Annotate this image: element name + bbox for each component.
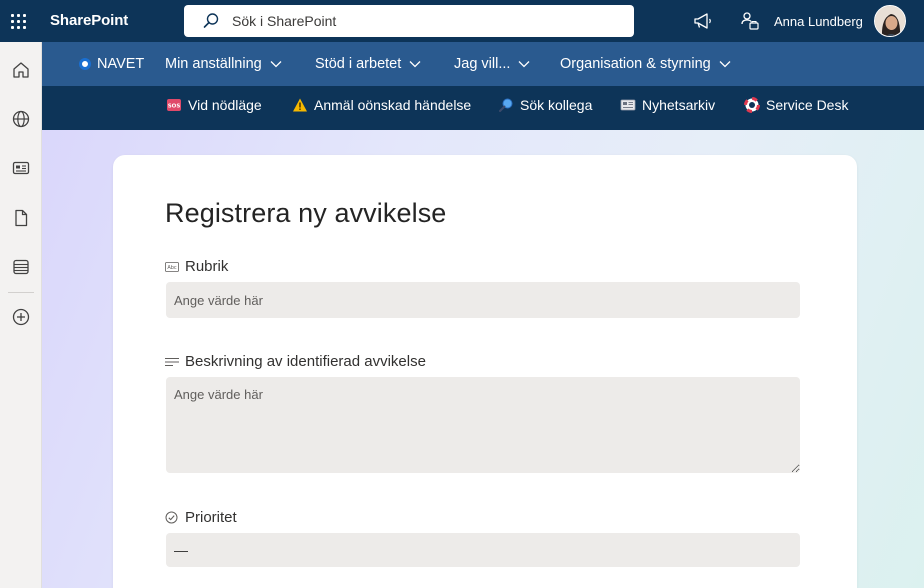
rail-divider [8, 292, 34, 293]
prioritet-select[interactable]: — [166, 533, 800, 567]
search-box[interactable] [184, 5, 634, 37]
quick-link-nyhetsarkiv[interactable]: Nyhetsarkiv [620, 86, 715, 124]
rubrik-input[interactable] [166, 282, 800, 318]
quick-link-vid-nodlage[interactable]: SOS Vid nödläge [166, 86, 262, 124]
hub-home-link[interactable]: NAVET [79, 42, 144, 86]
hub-nav-label: Organisation & styrning [560, 56, 711, 72]
left-app-bar [0, 42, 42, 588]
navet-logo-icon [79, 58, 91, 70]
hub-nav-stod-i-arbetet[interactable]: Stöd i arbetet [315, 42, 421, 86]
multiline-text-icon [165, 357, 179, 367]
hub-navigation: NAVET Min anställning Stöd i arbetet Jag… [42, 42, 924, 86]
search-icon [203, 13, 219, 28]
chevron-down-icon [409, 61, 421, 68]
quick-link-label: Vid nödläge [188, 97, 262, 113]
hub-site-name: NAVET [97, 56, 145, 72]
people-switch-icon[interactable] [740, 11, 760, 31]
field-label-text: Prioritet [185, 509, 237, 526]
page-canvas: Registrera ny avvikelse Abc Rubrik Beskr… [42, 130, 924, 588]
field-label-text: Rubrik [185, 258, 229, 275]
megaphone-icon[interactable] [692, 11, 714, 31]
hub-nav-label: Stöd i arbetet [315, 56, 402, 72]
app-launcher-button[interactable] [0, 0, 36, 42]
quick-link-label: Sök kollega [520, 97, 593, 113]
hub-nav-jag-vill[interactable]: Jag vill... [454, 42, 530, 86]
field-label-beskrivning: Beskrivning av identifierad avvikelse [165, 353, 426, 370]
app-brand[interactable]: SharePoint [50, 12, 128, 29]
suite-bar: SharePoint Anna Lundberg [0, 0, 924, 42]
hub-nav-label: Min anställning [165, 56, 262, 72]
rail-files-button[interactable] [0, 198, 42, 238]
hub-nav-organisation-styrning[interactable]: Organisation & styrning [560, 42, 731, 86]
rail-sites-button[interactable] [0, 99, 42, 139]
lifebuoy-icon [744, 97, 760, 113]
text-field-icon: Abc [165, 261, 179, 272]
svg-text:Abc: Abc [167, 265, 177, 271]
quick-link-sok-kollega[interactable]: Sök kollega [498, 86, 592, 124]
search-input[interactable] [232, 13, 612, 29]
form-card: Registrera ny avvikelse Abc Rubrik Beskr… [113, 155, 857, 588]
chevron-down-icon [270, 61, 282, 68]
quick-link-label: Service Desk [766, 97, 849, 113]
quick-links-bar: SOS Vid nödläge Anmäl oönskad händelse S… [42, 86, 924, 130]
list-icon [13, 259, 29, 275]
field-label-text: Beskrivning av identifierad avvikelse [185, 353, 426, 370]
magnifier-icon [498, 97, 514, 113]
add-circle-icon [12, 308, 30, 326]
news-icon [12, 161, 30, 175]
quick-link-anmal-oonskad-handelse[interactable]: Anmäl oönskad händelse [292, 86, 471, 124]
home-icon [13, 62, 29, 78]
user-name[interactable]: Anna Lundberg [774, 14, 863, 29]
field-label-rubrik: Abc Rubrik [165, 258, 228, 275]
prioritet-value: — [174, 542, 188, 558]
avatar[interactable] [874, 5, 906, 37]
waffle-icon [10, 13, 26, 29]
quick-link-service-desk[interactable]: Service Desk [744, 86, 848, 124]
choice-check-icon [165, 511, 179, 524]
warning-icon [292, 97, 308, 113]
sos-icon: SOS [166, 97, 182, 113]
rail-news-button[interactable] [0, 148, 42, 188]
newspaper-icon [620, 97, 636, 113]
quick-link-label: Nyhetsarkiv [642, 97, 716, 113]
hub-nav-label: Jag vill... [454, 56, 511, 72]
field-label-prioritet: Prioritet [165, 509, 237, 526]
beskrivning-textarea[interactable] [166, 377, 800, 473]
rail-lists-button[interactable] [0, 247, 42, 287]
hub-nav-min-anstallning[interactable]: Min anställning [165, 42, 282, 86]
document-icon [15, 209, 28, 227]
quick-link-label: Anmäl oönskad händelse [314, 97, 472, 113]
avatar-photo-icon [875, 6, 905, 36]
globe-icon [12, 110, 30, 128]
svg-text:SOS: SOS [168, 104, 181, 110]
rail-home-button[interactable] [0, 50, 42, 90]
chevron-down-icon [518, 61, 530, 68]
form-title: Registrera ny avvikelse [165, 198, 447, 228]
rail-create-button[interactable] [0, 297, 42, 337]
chevron-down-icon [719, 61, 731, 68]
